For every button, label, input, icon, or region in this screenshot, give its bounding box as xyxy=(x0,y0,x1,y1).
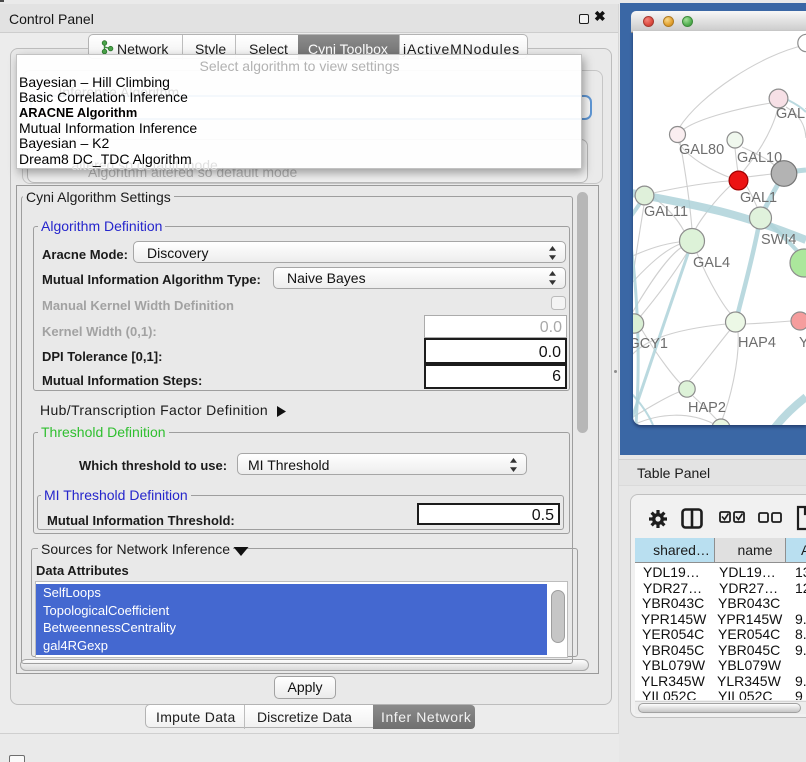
svg-text:HAP4: HAP4 xyxy=(738,335,776,351)
svg-text:HAP2: HAP2 xyxy=(688,400,726,416)
svg-text:GAL1: GAL1 xyxy=(740,190,777,206)
svg-text:GAL7: GAL7 xyxy=(776,106,806,122)
svg-text:SWI4: SWI4 xyxy=(761,232,796,248)
svg-text:GAL11: GAL11 xyxy=(644,204,688,220)
svg-text:GAL80: GAL80 xyxy=(679,142,724,158)
svg-text:GAL4: GAL4 xyxy=(693,255,730,271)
svg-text:GCY1: GCY1 xyxy=(633,336,668,352)
svg-text:GAL10: GAL10 xyxy=(737,150,782,166)
svg-text:YJ: YJ xyxy=(799,335,806,351)
